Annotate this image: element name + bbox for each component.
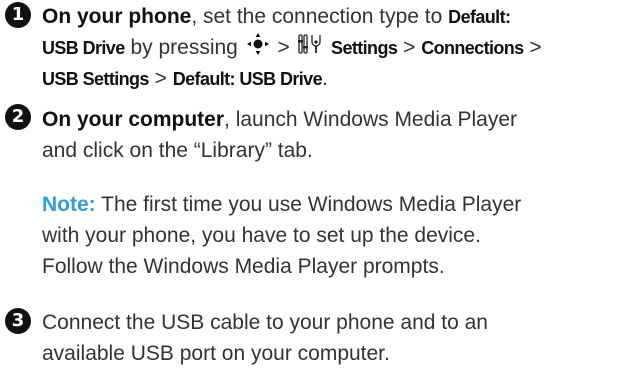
step-3-line-2: available USB port on your computer. (42, 342, 390, 365)
step-number-2: 2 (5, 104, 31, 130)
term-usb-drive: USB Drive (42, 38, 125, 59)
step-2-text: , launch Windows Media Player (224, 108, 517, 131)
navigation-key-icon (246, 32, 270, 65)
step-1-line-1: On your phone, set the connection type t… (42, 1, 621, 32)
term-default: Default: (448, 7, 511, 27)
step-2-text-2: and click on the “Library” tab. (42, 139, 313, 162)
note-text-1: The first time you use Windows Media Pla… (95, 193, 522, 216)
step-1-lead: On your phone (42, 5, 192, 28)
step-2-body: On your computer, launch Windows Media P… (42, 104, 621, 166)
step-2-line-2: and click on the “Library” tab. (42, 135, 621, 166)
note-line-3: Follow the Windows Media Player prompts. (42, 255, 445, 278)
term-settings: Settings (326, 38, 398, 59)
separator: > (397, 36, 422, 60)
step-1-text-2: by pressing (124, 36, 244, 60)
step-1-body: On your phone, set the connection type t… (42, 1, 621, 94)
step-1-text: , set the connection type to (191, 5, 449, 28)
step-number-1: 1 (5, 2, 31, 28)
note-line-1: Note: The first time you use Windows Med… (42, 189, 621, 220)
settings-icon (297, 33, 324, 64)
step-1-line-3: USB Settings > Default: USB Drive. (42, 63, 621, 94)
step-2-line-1: On your computer, launch Windows Media P… (42, 104, 621, 135)
note-label: Note: (42, 193, 96, 216)
step-1-line-2: USB Drive by pressing > Settings > Conne… (42, 32, 621, 63)
step-3-body: Connect the USB cable to your phone and … (42, 307, 621, 369)
note-line-2: with your phone, you have to set up the … (42, 224, 481, 247)
step-1-period: . (321, 67, 328, 90)
note-body: Note: The first time you use Windows Med… (42, 189, 621, 282)
separator: > (271, 36, 296, 60)
separator: > (523, 36, 542, 60)
term-default-usb-drive: Default: USB Drive (172, 69, 323, 89)
step-2-lead: On your computer (42, 108, 225, 131)
term-connections: Connections (421, 38, 524, 59)
step-number-3: 3 (5, 308, 31, 334)
separator: > (148, 67, 173, 90)
term-usb-settings: USB Settings (42, 69, 149, 89)
step-3-line-1: Connect the USB cable to your phone and … (42, 311, 488, 334)
